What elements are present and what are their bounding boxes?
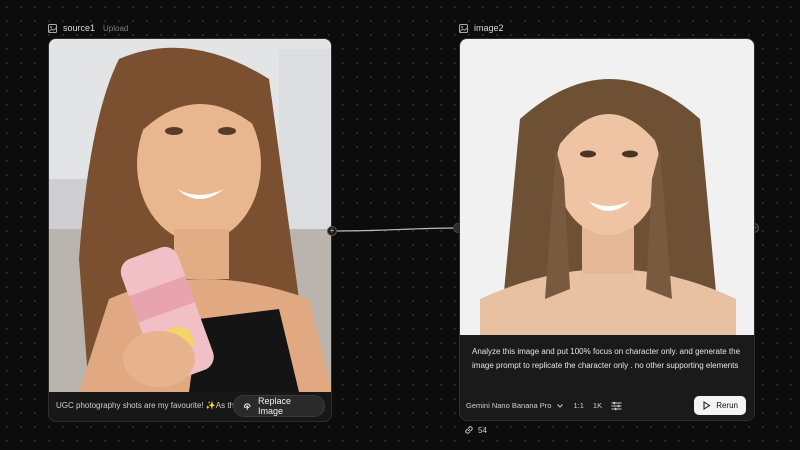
source-node-footer: UGC photography shots are my favourite! …: [49, 390, 331, 421]
resolution-selector[interactable]: 1K: [593, 401, 602, 410]
model-selector[interactable]: Gemini Nano Banana Pro: [466, 401, 564, 410]
source-node[interactable]: UGC photography shots are my favourite! …: [48, 38, 332, 422]
play-icon: [703, 401, 711, 410]
rerun-button[interactable]: Rerun: [694, 396, 746, 415]
sliders-icon[interactable]: [611, 401, 622, 411]
image2-node-title: image2: [474, 23, 504, 33]
link-icon: [465, 426, 473, 434]
model-name: Gemini Nano Banana Pro: [466, 401, 552, 410]
prompt-text[interactable]: Analyze this image and put 100% focus on…: [472, 345, 742, 372]
generated-photo: [460, 39, 754, 335]
source-node-title: source1: [63, 23, 96, 33]
source-output-port[interactable]: +: [327, 226, 337, 236]
image-icon: [48, 23, 57, 33]
image2-node[interactable]: Analyze this image and put 100% focus on…: [459, 38, 755, 421]
prompt-panel: Analyze this image and put 100% focus on…: [460, 335, 754, 420]
aspect-ratio-selector[interactable]: 1:1: [573, 401, 583, 410]
link-count-value: 54: [478, 425, 487, 435]
image2-node-header: image2: [459, 23, 504, 33]
source-node-subtitle: Upload: [103, 23, 129, 33]
link-count[interactable]: 54: [464, 425, 487, 435]
source-node-header: source1 Upload: [48, 23, 128, 33]
replace-image-icon: [244, 403, 252, 410]
generation-controls: Gemini Nano Banana Pro 1:1 1K Rerun: [466, 396, 746, 415]
source-photo: [49, 39, 331, 392]
replace-image-label: Replace Image: [257, 395, 292, 416]
rerun-label: Rerun: [716, 401, 738, 410]
replace-image-button[interactable]: Replace Image: [233, 394, 325, 417]
chevron-down-icon: [557, 403, 564, 408]
image-icon: [459, 23, 468, 33]
source-caption: UGC photography shots are my favourite! …: [56, 401, 234, 410]
